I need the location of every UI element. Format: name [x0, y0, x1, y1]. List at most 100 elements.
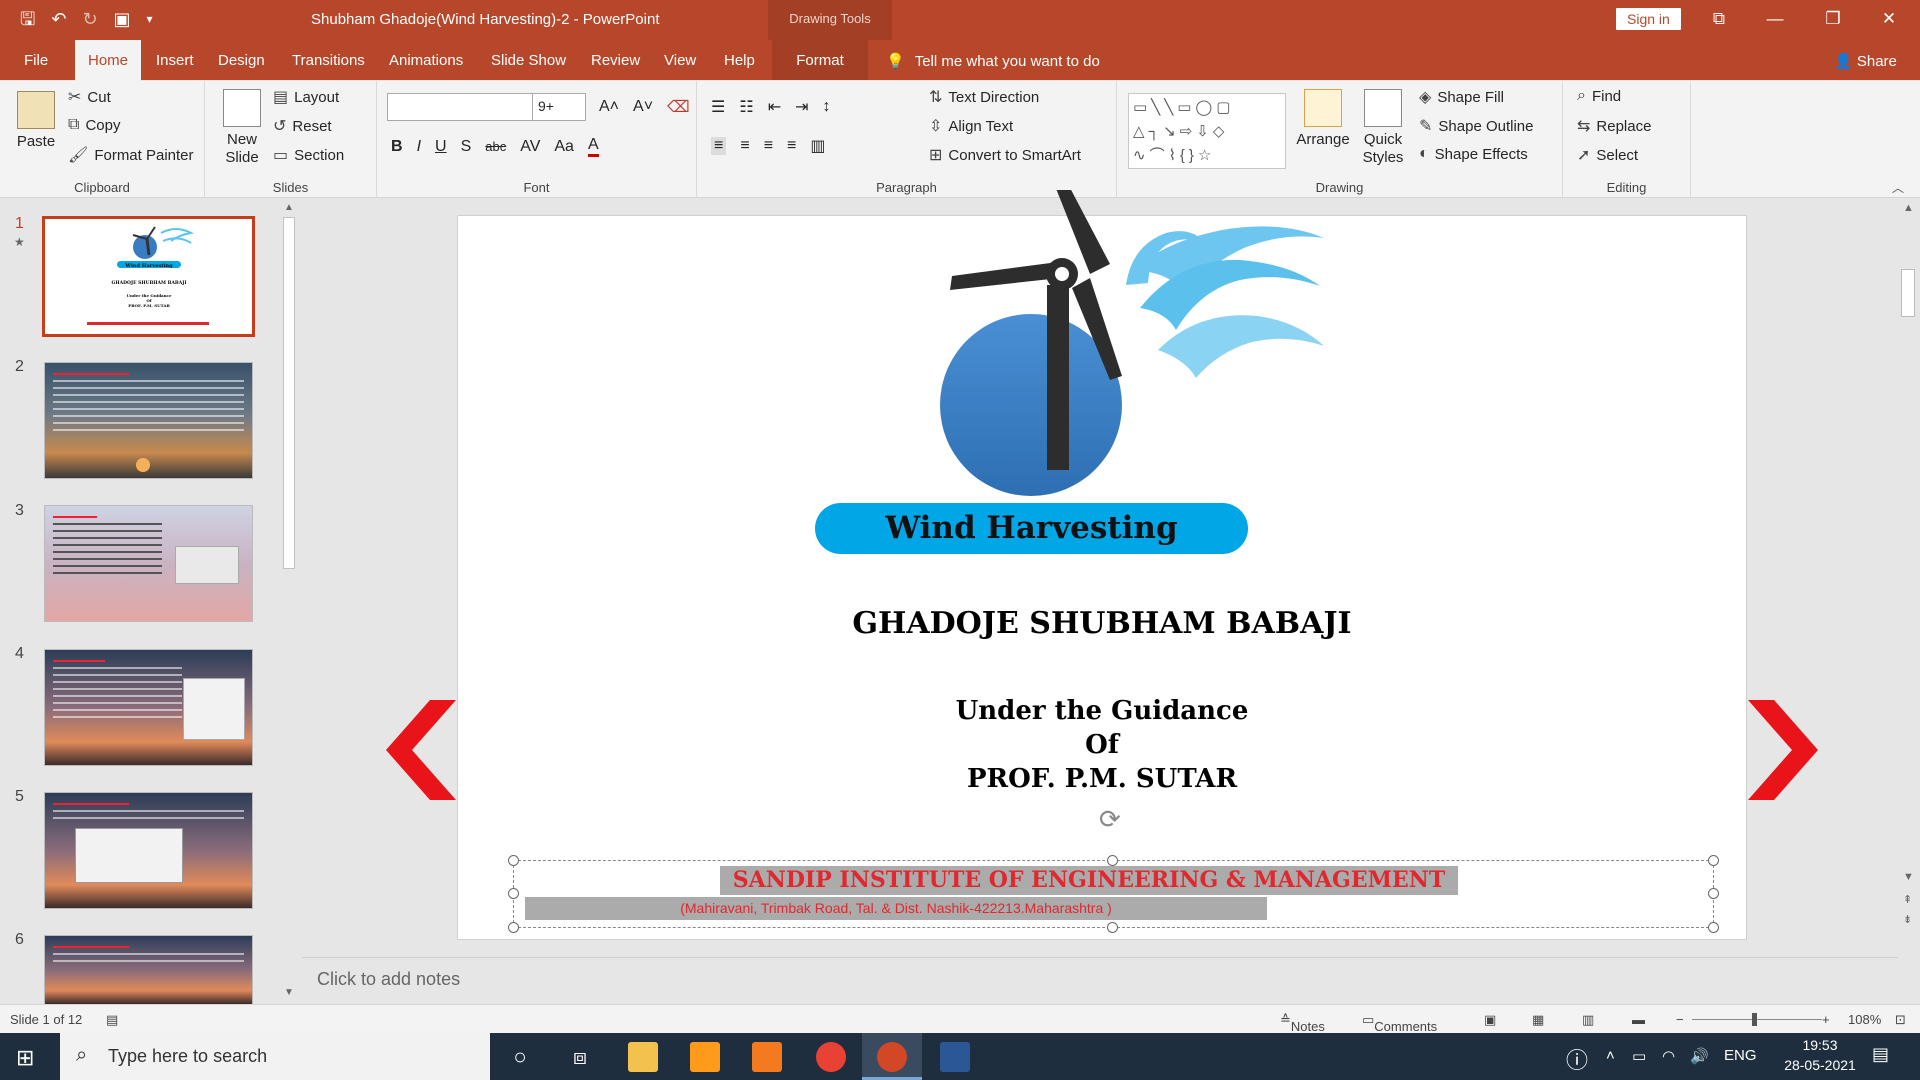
tab-animations[interactable]: Animations — [389, 40, 463, 80]
notes-toggle[interactable]: ≙ Notes — [1280, 1012, 1325, 1034]
tab-slide-show[interactable]: Slide Show — [491, 40, 566, 80]
change-case-icon[interactable]: Aa — [554, 138, 574, 156]
columns-icon[interactable]: ▥ — [810, 136, 825, 156]
sign-in-button[interactable]: Sign in — [1616, 8, 1681, 30]
notes-pane[interactable]: Click to add notes — [302, 957, 1898, 1004]
replace-button[interactable]: ⇆ Replace — [1577, 116, 1651, 136]
thumbnail-slide-6[interactable] — [44, 935, 253, 1005]
share-button[interactable]: 👤 Share — [1834, 52, 1897, 70]
resize-handle-br[interactable] — [1708, 922, 1719, 933]
align-text-button[interactable]: ⇳ Align Text — [929, 116, 1013, 136]
quick-styles-button[interactable]: Quick Styles — [1357, 89, 1409, 167]
tab-help[interactable]: Help — [724, 40, 755, 80]
tab-file[interactable]: File — [24, 40, 48, 80]
paste-button[interactable]: Paste — [14, 91, 58, 151]
show-hidden-icons-icon[interactable]: ˄ — [1606, 1047, 1615, 1064]
redo-icon[interactable]: ↻ — [82, 8, 97, 30]
scroll-down-icon[interactable]: ▼ — [284, 987, 294, 998]
thumbnails-scrollbar[interactable]: ▲ ▼ — [279, 199, 299, 1004]
notifications-icon[interactable]: ▤ — [1872, 1044, 1889, 1065]
tab-view[interactable]: View — [664, 40, 696, 80]
institute-name[interactable]: SANDIP INSTITUTE OF ENGINEERING & MANAGE… — [720, 866, 1458, 895]
next-slide-icon[interactable]: ⇟ — [1903, 913, 1912, 926]
chrome-icon[interactable] — [816, 1042, 846, 1072]
copy-button[interactable]: ⧉ Copy — [68, 116, 120, 134]
zoom-out-icon[interactable]: − — [1676, 1012, 1684, 1027]
tell-me-search[interactable]: 💡 Tell me what you want to do — [886, 52, 1100, 71]
spelling-check-icon[interactable]: ▤ — [106, 1012, 118, 1028]
rotate-handle-icon[interactable]: ⟳ — [1099, 804, 1121, 835]
bullets-icon[interactable]: ☰ — [711, 97, 725, 117]
section-button[interactable]: ▭ Section — [273, 145, 344, 165]
next-slide-arrow-icon[interactable] — [1748, 700, 1818, 800]
select-button[interactable]: ➚ Select — [1577, 145, 1638, 165]
file-explorer-icon[interactable] — [628, 1042, 658, 1072]
start-from-beginning-icon[interactable]: ▣ — [114, 8, 131, 30]
restore-button[interactable]: ❐ — [1810, 0, 1856, 40]
find-button[interactable]: ⌕ Find — [1577, 87, 1621, 105]
cortana-icon[interactable]: ○ — [506, 1043, 534, 1071]
language-indicator[interactable]: ENG — [1724, 1047, 1757, 1064]
font-size-input[interactable]: 9+ — [532, 93, 586, 121]
windows-start-icon[interactable]: ⊞ — [16, 1045, 34, 1071]
close-button[interactable]: ✕ — [1866, 0, 1912, 40]
cut-button[interactable]: ✂ Cut — [68, 87, 111, 107]
wifi-icon[interactable]: ◠ — [1662, 1047, 1675, 1065]
thumbnail-slide-5[interactable] — [44, 792, 253, 909]
scrollbar-thumb[interactable] — [283, 217, 295, 569]
thumbnail-slide-1[interactable]: Wind Harvesting GHADOJE SHUBHAM BABAJI U… — [42, 216, 255, 337]
undo-icon[interactable]: ↶ — [51, 8, 66, 30]
resize-handle-tl[interactable] — [508, 855, 519, 866]
italic-icon[interactable]: I — [417, 138, 421, 156]
zoom-in-icon[interactable]: + — [1822, 1012, 1830, 1027]
of-line[interactable]: Of — [457, 730, 1747, 760]
collapse-ribbon-icon[interactable]: ︿ — [1892, 179, 1904, 196]
slide-title-banner[interactable]: Wind Harvesting — [815, 503, 1248, 554]
align-right-icon[interactable]: ≡ — [764, 137, 773, 155]
comments-toggle[interactable]: ▭ Comments — [1362, 1012, 1437, 1034]
minimize-button[interactable]: — — [1752, 0, 1798, 40]
shape-fill-button[interactable]: ◈ Shape Fill — [1419, 87, 1504, 107]
resize-handle-r[interactable] — [1708, 888, 1719, 899]
reset-button[interactable]: ↺ Reset — [273, 116, 332, 136]
slide-sorter-icon[interactable]: ▦ — [1532, 1012, 1544, 1028]
previous-slide-arrow-icon[interactable] — [386, 700, 456, 800]
justify-icon[interactable]: ≡ — [787, 137, 796, 155]
fit-to-window-icon[interactable]: ⊡ — [1895, 1012, 1906, 1028]
resize-handle-t[interactable] — [1107, 855, 1118, 866]
zoom-level[interactable]: 108% — [1848, 1012, 1881, 1027]
align-left-icon[interactable]: ≡ — [711, 137, 727, 155]
resize-handle-tr[interactable] — [1708, 855, 1719, 866]
xampp-icon[interactable] — [752, 1042, 782, 1072]
font-color-icon[interactable]: A — [587, 136, 599, 157]
resize-handle-b[interactable] — [1107, 922, 1118, 933]
resize-handle-l[interactable] — [508, 888, 519, 899]
professor-name[interactable]: PROF. P.M. SUTAR — [457, 764, 1747, 794]
volume-icon[interactable]: 🔊 — [1690, 1047, 1709, 1065]
clock-date[interactable]: 28-05-2021 — [1770, 1057, 1870, 1073]
taskbar-search-input[interactable]: ⌕ Type here to search — [60, 1033, 490, 1080]
previous-slide-icon[interactable]: ⇞ — [1903, 893, 1912, 906]
help-icon[interactable]: ⓘ — [1566, 1043, 1588, 1075]
tab-review[interactable]: Review — [591, 40, 640, 80]
shape-effects-button[interactable]: ◐ Shape Effects — [1419, 145, 1528, 163]
scroll-up-icon[interactable]: ▲ — [284, 202, 294, 213]
increase-indent-icon[interactable]: ⇥ — [795, 97, 808, 117]
word-icon[interactable] — [940, 1042, 970, 1072]
underline-icon[interactable]: U — [435, 138, 447, 156]
tab-home[interactable]: Home — [75, 40, 141, 81]
author-name[interactable]: GHADOJE SHUBHAM BABAJI — [457, 606, 1747, 641]
align-center-icon[interactable]: ≡ — [740, 137, 749, 155]
thumbnail-slide-2[interactable] — [44, 362, 253, 479]
powerpoint-icon[interactable] — [877, 1042, 907, 1072]
slide-scrollbar-thumb[interactable] — [1901, 269, 1915, 317]
grow-font-icon[interactable]: A˄ — [599, 98, 619, 116]
slideshow-icon[interactable]: ▬ — [1632, 1012, 1645, 1027]
character-spacing-icon[interactable]: AV — [520, 138, 540, 156]
sublime-text-icon[interactable] — [690, 1042, 720, 1072]
battery-icon[interactable]: ▭ — [1632, 1047, 1646, 1065]
tab-format[interactable]: Format — [772, 40, 868, 80]
arrange-button[interactable]: Arrange — [1295, 89, 1351, 149]
scroll-down-icon[interactable]: ▼ — [1903, 871, 1914, 883]
thumbnail-slide-4[interactable] — [44, 649, 253, 766]
